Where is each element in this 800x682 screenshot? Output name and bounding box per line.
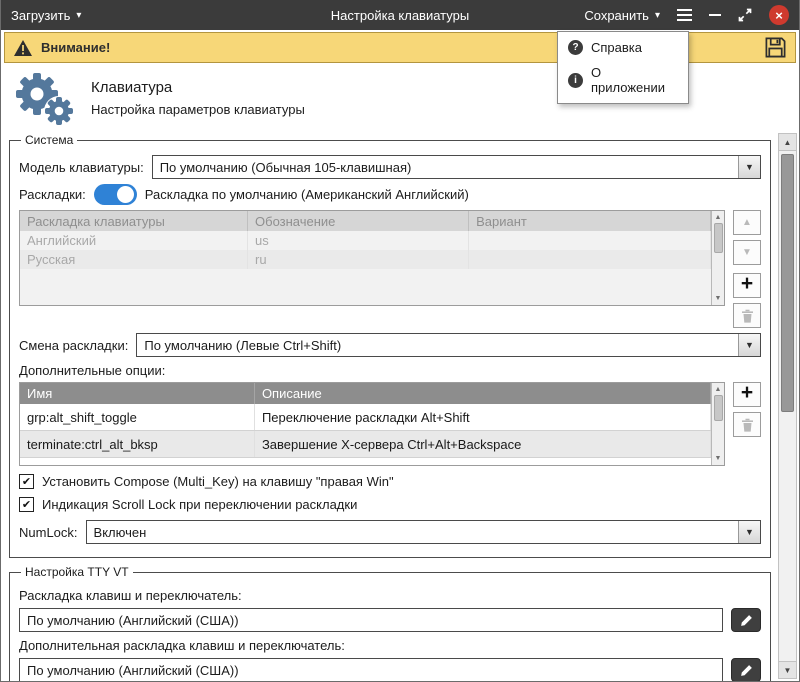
scrollbar-thumb[interactable] bbox=[714, 395, 723, 421]
numlock-value: Включен bbox=[87, 521, 738, 543]
menu-item-about[interactable]: i О приложении bbox=[558, 60, 688, 100]
tty-group-legend: Настройка TTY VT bbox=[21, 565, 133, 579]
minimize-button[interactable] bbox=[709, 14, 721, 16]
layouts-table-scrollbar[interactable]: ▲ ▼ bbox=[711, 211, 724, 305]
warning-text: Внимание! bbox=[41, 40, 110, 55]
move-layout-up-button[interactable]: ▲ bbox=[733, 210, 761, 235]
load-menu-button[interactable]: Загрузить ▾ bbox=[11, 8, 81, 23]
compose-key-checkbox[interactable]: ✔ bbox=[19, 474, 34, 489]
numlock-select[interactable]: Включен ▼ bbox=[86, 520, 761, 544]
layouts-label: Раскладки: bbox=[19, 187, 86, 202]
compose-key-label: Установить Compose (Multi_Key) на клавиш… bbox=[42, 474, 394, 489]
scrollbar-thumb[interactable] bbox=[781, 154, 794, 412]
info-icon: i bbox=[568, 73, 583, 88]
titlebar: Загрузить ▾ Настройка клавиатуры Сохрани… bbox=[1, 0, 799, 30]
trash-icon bbox=[741, 418, 754, 432]
chevron-down-icon[interactable]: ▼ bbox=[738, 156, 760, 178]
tty-extra-layout-field[interactable]: По умолчанию (Английский (США)) bbox=[19, 658, 723, 681]
scroll-up-icon[interactable]: ▲ bbox=[715, 384, 722, 395]
page-subtitle: Настройка параметров клавиатуры bbox=[91, 102, 305, 117]
scroll-lock-indicator-label: Индикация Scroll Lock при переключении р… bbox=[42, 497, 357, 512]
warning-icon bbox=[13, 39, 33, 57]
save-menu-button[interactable]: Сохранить ▾ bbox=[584, 8, 660, 23]
scrollbar-thumb[interactable] bbox=[714, 223, 723, 253]
scroll-down-icon[interactable]: ▼ bbox=[715, 293, 722, 304]
save-menu-label: Сохранить bbox=[584, 8, 649, 23]
help-icon: ? bbox=[568, 40, 583, 55]
extra-options-table-header: Имя Описание bbox=[20, 383, 711, 404]
edit-tty-extra-layout-button[interactable] bbox=[731, 658, 761, 681]
minimize-icon bbox=[709, 14, 721, 16]
scroll-up-icon[interactable]: ▲ bbox=[779, 134, 796, 151]
arrow-down-icon: ▼ bbox=[742, 247, 752, 258]
default-layout-toggle[interactable] bbox=[94, 184, 137, 205]
chevron-down-icon[interactable]: ▼ bbox=[738, 334, 760, 356]
load-menu-label: Загрузить bbox=[11, 8, 70, 23]
layout-switch-value: По умолчанию (Левые Ctrl+Shift) bbox=[137, 334, 738, 356]
menu-item-help-label: Справка bbox=[591, 40, 642, 55]
options-table-scrollbar[interactable]: ▲ ▼ bbox=[711, 383, 724, 465]
floppy-save-icon bbox=[764, 36, 787, 59]
checkmark-icon: ✔ bbox=[22, 498, 31, 511]
main-scrollbar[interactable]: ▲ ▼ bbox=[778, 133, 797, 679]
save-dropdown-menu: ? Справка i О приложении bbox=[557, 31, 689, 104]
tty-extra-layout-label: Дополнительная раскладка клавиш и перекл… bbox=[19, 638, 761, 653]
hamburger-icon bbox=[677, 9, 692, 21]
keyboard-settings-gears-icon bbox=[13, 70, 75, 126]
pencil-icon bbox=[740, 664, 753, 677]
app-window: Загрузить ▾ Настройка клавиатуры Сохрани… bbox=[0, 0, 800, 682]
pencil-icon bbox=[740, 614, 753, 627]
layouts-status-text: Раскладка по умолчанию (Американский Анг… bbox=[145, 187, 469, 202]
chevron-down-icon: ▾ bbox=[76, 10, 81, 21]
numlock-label: NumLock: bbox=[19, 525, 78, 540]
tty-layout-label: Раскладка клавиш и переключатель: bbox=[19, 588, 761, 603]
chevron-down-icon: ▾ bbox=[655, 10, 660, 21]
table-row[interactable]: terminate:ctrl_alt_bksp Завершение X-сер… bbox=[20, 431, 711, 458]
keyboard-model-value: По умолчанию (Обычная 105-клавишная) bbox=[153, 156, 738, 178]
checkmark-icon: ✔ bbox=[22, 475, 31, 488]
maximize-button[interactable] bbox=[738, 8, 752, 22]
add-option-button[interactable]: + bbox=[733, 382, 761, 407]
extra-options-table[interactable]: Имя Описание grp:alt_shift_toggle Перекл… bbox=[19, 382, 725, 466]
keyboard-model-select[interactable]: По умолчанию (Обычная 105-клавишная) ▼ bbox=[152, 155, 761, 179]
save-file-button[interactable] bbox=[764, 36, 787, 59]
chevron-down-icon[interactable]: ▼ bbox=[738, 521, 760, 543]
move-layout-down-button[interactable]: ▼ bbox=[733, 240, 761, 265]
content-area: Система Модель клавиатуры: По умолчанию … bbox=[1, 131, 799, 681]
expand-icon bbox=[738, 8, 752, 22]
system-group-legend: Система bbox=[21, 133, 77, 147]
menu-item-help[interactable]: ? Справка bbox=[558, 35, 688, 60]
hamburger-menu-button[interactable] bbox=[677, 9, 692, 21]
delete-layout-button[interactable] bbox=[733, 303, 761, 328]
edit-tty-layout-button[interactable] bbox=[731, 608, 761, 632]
layout-switch-label: Смена раскладки: bbox=[19, 338, 128, 353]
window-title: Настройка клавиатуры bbox=[331, 8, 469, 23]
layout-switch-select[interactable]: По умолчанию (Левые Ctrl+Shift) ▼ bbox=[136, 333, 761, 357]
layouts-table[interactable]: Раскладка клавиатуры Обозначение Вариант… bbox=[19, 210, 725, 306]
scroll-down-icon[interactable]: ▼ bbox=[779, 661, 796, 678]
tty-layout-field[interactable]: По умолчанию (Английский (США)) bbox=[19, 608, 723, 632]
table-row[interactable]: Русская ru bbox=[20, 250, 711, 269]
table-row[interactable]: Английский us bbox=[20, 231, 711, 250]
close-icon: × bbox=[775, 9, 783, 22]
layouts-table-header: Раскладка клавиатуры Обозначение Вариант bbox=[20, 211, 711, 231]
arrow-up-icon: ▲ bbox=[742, 217, 752, 228]
table-row[interactable]: grp:alt_shift_toggle Переключение раскла… bbox=[20, 404, 711, 431]
trash-icon bbox=[741, 309, 754, 323]
menu-item-about-label: О приложении bbox=[591, 65, 678, 95]
scroll-down-icon[interactable]: ▼ bbox=[715, 453, 722, 464]
extra-options-label: Дополнительные опции: bbox=[19, 363, 761, 378]
scroll-up-icon[interactable]: ▲ bbox=[715, 212, 722, 223]
close-button[interactable]: × bbox=[769, 5, 789, 25]
add-layout-button[interactable]: + bbox=[733, 273, 761, 298]
keyboard-model-label: Модель клавиатуры: bbox=[19, 160, 144, 175]
tty-group: Настройка TTY VT Раскладка клавиш и пере… bbox=[9, 565, 771, 681]
page-title: Клавиатура bbox=[91, 79, 305, 96]
delete-option-button[interactable] bbox=[733, 412, 761, 437]
system-group: Система Модель клавиатуры: По умолчанию … bbox=[9, 133, 771, 558]
scroll-lock-indicator-checkbox[interactable]: ✔ bbox=[19, 497, 34, 512]
